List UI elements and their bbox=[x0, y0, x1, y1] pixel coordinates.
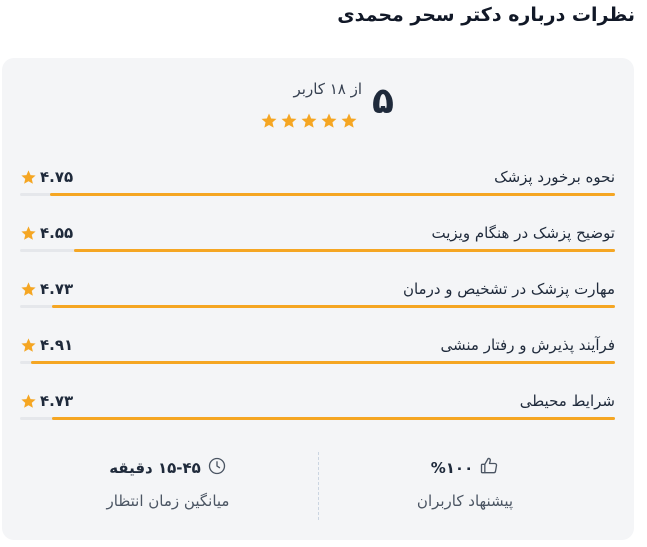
star-icon bbox=[340, 112, 358, 130]
criterion-bar bbox=[20, 417, 615, 420]
wait-time-stat: ۱۵-۴۵ دقیقه میانگین زمان انتظار bbox=[68, 456, 268, 510]
recommend-label: پیشنهاد کاربران bbox=[416, 492, 514, 510]
star-icon bbox=[280, 112, 298, 130]
reviewer-count: از ۱۸ کاربر bbox=[293, 80, 363, 98]
criterion-bar-fill bbox=[73, 249, 615, 252]
criterion-score: ۴.۷۳ bbox=[20, 392, 73, 410]
star-icon bbox=[260, 112, 278, 130]
criterion-label: نحوه برخورد پزشک bbox=[494, 168, 615, 186]
criterion-score-value: ۴.۷۳ bbox=[40, 392, 74, 410]
star-icon bbox=[20, 281, 37, 298]
doctor-reviews-page: نظرات درباره دکتر سحر محمدی ۵ از ۱۸ کارب… bbox=[0, 0, 647, 547]
criterion-score-value: ۴.۹۱ bbox=[40, 336, 74, 354]
reviews-title: نظرات درباره دکتر سحر محمدی bbox=[337, 4, 635, 26]
wait-time-value: ۱۵-۴۵ دقیقه bbox=[109, 459, 201, 477]
star-icon bbox=[320, 112, 338, 130]
criterion-label: مهارت پزشک در تشخیص و درمان bbox=[402, 280, 615, 298]
criterion-bar bbox=[20, 305, 615, 308]
criterion-row-reception: فرآیند پذیرش و رفتار منشی ۴.۹۱ bbox=[20, 336, 615, 376]
criterion-bar-fill bbox=[49, 193, 615, 196]
criterion-score-value: ۴.۷۵ bbox=[40, 168, 74, 186]
criterion-bar-fill bbox=[52, 305, 615, 308]
criterion-row-behavior: نحوه برخورد پزشک ۴.۷۵ bbox=[20, 168, 615, 208]
star-icon bbox=[20, 393, 37, 410]
star-icon bbox=[20, 225, 37, 242]
thumbs-up-icon bbox=[479, 456, 499, 480]
criterion-score-value: ۴.۷۳ bbox=[40, 280, 74, 298]
criterion-bar-fill bbox=[52, 417, 615, 420]
criterion-score: ۴.۷۵ bbox=[20, 168, 73, 186]
criterion-score-value: ۴.۵۵ bbox=[40, 224, 74, 242]
star-icon bbox=[300, 112, 318, 130]
criterion-score: ۴.۹۱ bbox=[20, 336, 73, 354]
criterion-bar-fill bbox=[30, 361, 615, 364]
criterion-bar bbox=[20, 193, 615, 196]
criterion-bar bbox=[20, 249, 615, 252]
criterion-label: توضیح پزشک در هنگام ویزیت bbox=[431, 224, 616, 242]
overall-stars bbox=[260, 112, 358, 130]
overall-score: ۵ bbox=[372, 81, 394, 122]
criterion-score: ۴.۷۳ bbox=[20, 280, 73, 298]
clock-icon bbox=[207, 456, 227, 480]
recommend-stat: %۱۰۰ پیشنهاد کاربران bbox=[365, 456, 565, 510]
criterion-label: فرآیند پذیرش و رفتار منشی bbox=[440, 336, 615, 354]
criterion-row-skill: مهارت پزشک در تشخیص و درمان ۴.۷۳ bbox=[20, 280, 615, 320]
recommend-value: %۱۰۰ bbox=[430, 459, 474, 477]
criterion-row-explanation: توضیح پزشک در هنگام ویزیت ۴.۵۵ bbox=[20, 224, 615, 264]
criterion-bar bbox=[20, 361, 615, 364]
star-icon bbox=[20, 337, 37, 354]
star-icon bbox=[20, 169, 37, 186]
wait-time-label: میانگین زمان انتظار bbox=[106, 492, 230, 510]
criterion-score: ۴.۵۵ bbox=[20, 224, 73, 242]
criterion-row-environment: شرایط محیطی ۴.۷۳ bbox=[20, 392, 615, 432]
stats-divider bbox=[318, 452, 319, 520]
criterion-label: شرایط محیطی bbox=[519, 392, 615, 410]
